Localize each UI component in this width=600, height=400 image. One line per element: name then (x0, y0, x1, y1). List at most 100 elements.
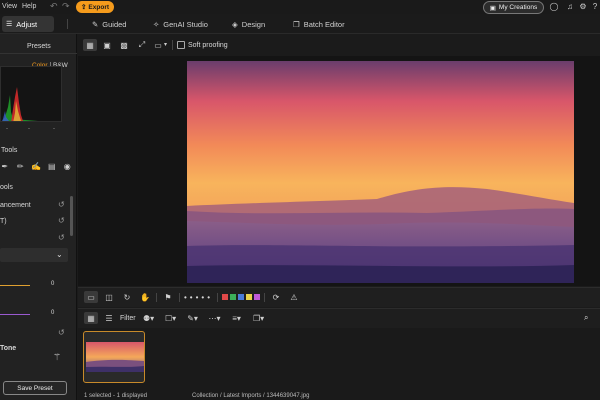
toolbar-divider (172, 40, 173, 50)
pen-icon[interactable]: ✍ (31, 160, 41, 172)
brush-icon[interactable]: ✏ (16, 160, 26, 172)
single-frame-icon[interactable]: ▭ (84, 291, 98, 303)
single-view-icon[interactable]: ▦ (83, 39, 97, 51)
sunset-landscape-image (187, 61, 574, 283)
flag-icon[interactable]: ⚑ (161, 291, 175, 303)
histo-dash-1: - (6, 126, 8, 132)
tools-group-title: ools (0, 184, 13, 191)
gradient-icon[interactable]: ▤ (47, 160, 57, 172)
gallery-icon: ▣ (489, 4, 496, 12)
account-icon[interactable]: ◯ (549, 2, 559, 12)
sort-icon[interactable]: ≡▾ (228, 312, 246, 324)
thumbnail-image (86, 342, 144, 372)
palette-icon: ◈ (232, 19, 238, 29)
view-mode-group: ▦ ▣ ▩ (83, 39, 131, 51)
radial-icon[interactable]: ◉ (62, 160, 72, 172)
search-icon[interactable]: ⌕ (584, 313, 588, 323)
chevron-down-icon: ⌄ (56, 250, 63, 259)
reset-icon[interactable]: ↺ (58, 216, 65, 225)
layers-icon: ❐ (293, 19, 300, 29)
divider (179, 292, 180, 302)
hand-icon[interactable]: ✋ (138, 291, 152, 303)
divider (217, 292, 219, 302)
wand-icon: ✎ (92, 19, 99, 29)
t-item[interactable]: T) (0, 218, 7, 225)
histo-dash-3: - (53, 126, 55, 132)
checkbox-filter-icon[interactable]: ☐▾ (162, 312, 180, 324)
warning-icon[interactable]: ⚠ (287, 291, 301, 303)
enhancement-item[interactable]: ancement (0, 202, 31, 209)
soft-proofing-checkbox[interactable] (177, 41, 185, 49)
slider-2-fill[interactable] (0, 314, 30, 315)
tools-row: ✒ ✏ ✍ ▤ ◉ (0, 160, 72, 172)
menu-view[interactable]: View (2, 3, 17, 10)
panel-scrollbar[interactable] (70, 196, 73, 236)
fullscreen-icon[interactable]: ⤢ (135, 39, 149, 51)
eyedropper-icon[interactable]: ✒ (0, 160, 10, 172)
histo-dash-2: - (28, 126, 30, 132)
stack-icon[interactable]: ❐▾ (250, 312, 268, 324)
histogram (0, 66, 62, 122)
people-filter-icon[interactable]: ⚉▾ (140, 312, 158, 324)
my-creations-button[interactable]: ▣ My Creations (483, 1, 544, 14)
color-label-green[interactable] (230, 294, 237, 300)
sparkle-icon: ✧ (153, 19, 160, 29)
selection-status: 1 selected - 1 displayed (84, 393, 148, 399)
filmstrip (78, 328, 600, 400)
filter-group: ▦ ☰ Filter ⚉▾ ☐▾ ✎▾ ⋯▾ ≡▾ ❐▾ (84, 312, 268, 324)
presets-tab[interactable]: Presets (27, 43, 51, 50)
chevron-down-icon[interactable]: ▾ (164, 41, 167, 48)
monitor-icon[interactable]: ▭ (151, 39, 165, 51)
grid-view-icon[interactable]: ▩ (117, 39, 131, 51)
color-labels (222, 294, 261, 300)
rating-dots[interactable]: ••••• (184, 293, 213, 302)
rotate-icon[interactable]: ↻ (120, 291, 134, 303)
edit-filter-icon[interactable]: ✎▾ (184, 312, 202, 324)
color-label-yellow[interactable] (246, 294, 253, 300)
mode-dropdown[interactable]: ⌄ (0, 248, 68, 262)
upload-icon: ⇪ (80, 4, 87, 11)
tab-divider (67, 19, 68, 29)
slider-1-value: 0 (51, 281, 55, 287)
tone-section-title: Tone (0, 345, 17, 352)
compare-view-icon[interactable]: ▣ (100, 39, 114, 51)
color-label-blue[interactable] (238, 294, 245, 300)
color-label-red[interactable] (222, 294, 229, 300)
reset-icon[interactable]: ↺ (58, 328, 65, 337)
tab-guided[interactable]: ✎ Guided (92, 14, 126, 34)
magic-wand-icon[interactable]: ⚚ (53, 352, 61, 363)
undo-icon[interactable]: ↶ (50, 1, 58, 12)
menu-help[interactable]: Help (22, 3, 36, 10)
divider (156, 292, 157, 302)
tab-design[interactable]: ◈ Design (232, 14, 265, 34)
reset-icon[interactable]: ↺ (58, 233, 65, 242)
grid-list-icon[interactable]: ▦ (84, 312, 98, 324)
compare-frame-icon[interactable]: ◫ (102, 291, 116, 303)
export-button[interactable]: ⇪ Export (76, 1, 114, 13)
refresh-icon[interactable]: ⟳ (269, 291, 283, 303)
redo-icon[interactable]: ↷ (62, 1, 70, 12)
more-filter-icon[interactable]: ⋯▾ (206, 312, 224, 324)
help-icon[interactable]: ? (590, 2, 600, 12)
divider (264, 292, 266, 302)
gear-icon[interactable]: ⚙ (578, 2, 588, 12)
file-path: Collection / Latest Imports / 1344639047… (192, 393, 310, 399)
filmstrip-tools-group: ▭ ◫ ↻ ✋ ⚑ ••••• ⟳ ⚠ (84, 291, 301, 303)
tools-section-title: Tools (1, 147, 18, 154)
thumbnail-selected[interactable] (83, 331, 145, 383)
slider-2-value: 0 (51, 310, 55, 316)
reset-icon[interactable]: ↺ (58, 200, 65, 209)
filter-label: Filter (120, 314, 136, 322)
save-preset-button[interactable]: Save Preset (3, 381, 67, 395)
sliders-icon: ☰ (6, 21, 13, 28)
slider-1-fill[interactable] (0, 285, 30, 286)
list-icon[interactable]: ☰ (102, 312, 116, 324)
photo-preview[interactable] (187, 61, 574, 283)
bell-icon[interactable]: ♫ (565, 2, 575, 12)
soft-proofing-label: Soft proofing (188, 42, 228, 49)
tab-genai-studio[interactable]: ✧ GenAI Studio (153, 14, 208, 34)
histogram-graph (2, 87, 38, 121)
tab-batch-editor[interactable]: ❐ Batch Editor (293, 14, 345, 34)
color-label-purple[interactable] (254, 294, 261, 300)
tab-adjust[interactable]: ☰ Adjust (2, 16, 54, 32)
